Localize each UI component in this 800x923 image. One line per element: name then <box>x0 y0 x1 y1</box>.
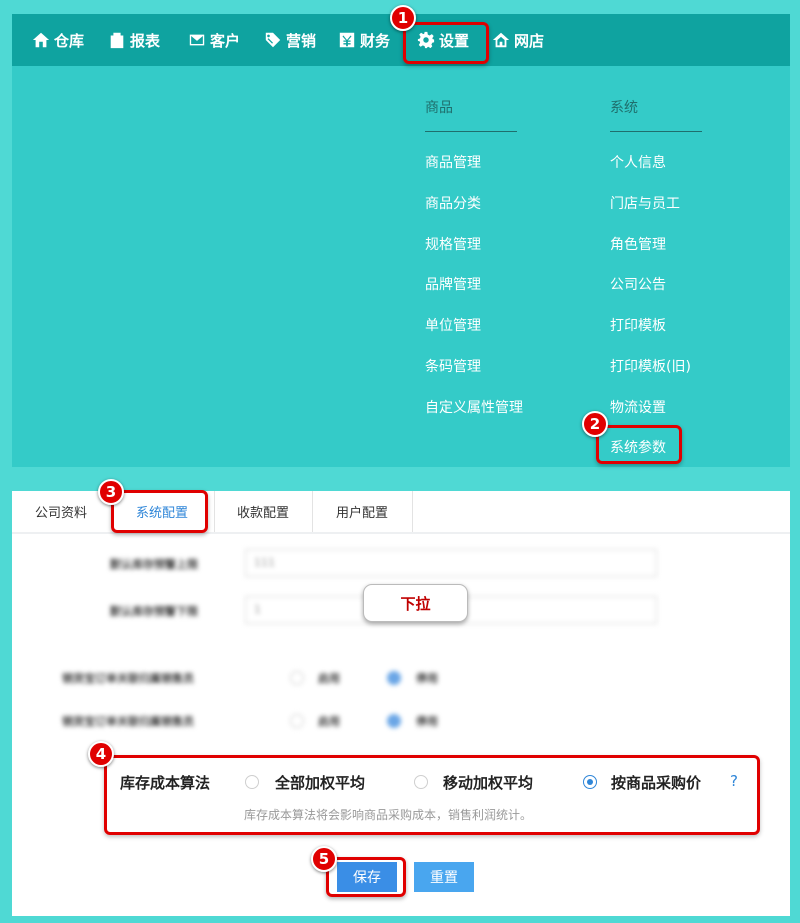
radio-label: 停用 <box>416 672 438 685</box>
radio-enable[interactable] <box>290 714 304 728</box>
tag-icon <box>265 32 281 48</box>
step-badge-3: 3 <box>98 479 124 505</box>
menu-item-unit-management[interactable]: 单位管理 <box>425 315 481 335</box>
radio-label: 启用 <box>318 715 340 728</box>
radio-product-purchase-price[interactable] <box>583 775 597 789</box>
menu-item-system-params[interactable]: 系统参数 <box>610 437 666 457</box>
field-label: 销货宝订单关联归属销售员 <box>62 715 194 728</box>
help-question-icon[interactable]: ? <box>730 772 738 790</box>
menu-column-header-system: 系统 <box>610 100 638 116</box>
cost-algorithm-hint: 库存成本算法将会影响商品采购成本，销售利润统计。 <box>244 808 533 822</box>
field-label: 销货宝订单关联归属销售员 <box>62 672 194 685</box>
nav-item-label: 网店 <box>514 31 545 50</box>
menu-item-company-notice[interactable]: 公司公告 <box>610 274 666 294</box>
callout-dropdown-note: 下拉 <box>363 584 468 622</box>
menu-item-print-template-old[interactable]: 打印模板(旧) <box>610 356 691 376</box>
menu-item-stores-staff[interactable]: 门店与员工 <box>610 193 680 213</box>
menu-item-barcode-management[interactable]: 条码管理 <box>425 356 481 376</box>
field-label: 默认库存预警下限 <box>110 605 198 618</box>
cost-algorithm-label: 库存成本算法 <box>120 774 211 792</box>
nav-item-label: 财务 <box>360 31 391 50</box>
menu-item-brand-management[interactable]: 品牌管理 <box>425 274 481 294</box>
radio-enable[interactable] <box>290 671 304 685</box>
radio-label: 停用 <box>416 715 438 728</box>
nav-item-settings[interactable]: 设置 <box>417 14 469 66</box>
option-moving-weighted-average: 移动加权平均 <box>443 774 534 792</box>
step-badge-5: 5 <box>311 846 337 872</box>
step-badge-2: 2 <box>582 411 608 437</box>
radio-label: 启用 <box>318 672 340 685</box>
tab-company-info[interactable]: 公司资料 <box>12 491 111 532</box>
menu-item-logistics-settings[interactable]: 物流设置 <box>610 397 666 417</box>
menu-item-personal-info[interactable]: 个人信息 <box>610 152 666 172</box>
option-product-purchase-price: 按商品采购价 <box>611 774 702 792</box>
menu-item-product-management[interactable]: 商品管理 <box>425 152 481 172</box>
nav-item-label: 报表 <box>130 31 161 50</box>
nav-item-reports[interactable]: 报表 <box>108 14 160 66</box>
cost-algorithm-highlight <box>104 755 760 835</box>
step-badge-4: 4 <box>88 741 114 767</box>
menu-item-print-template[interactable]: 打印模板 <box>610 315 666 335</box>
tab-user-config[interactable]: 用户配置 <box>312 491 413 532</box>
field-label: 默认库存预警上限 <box>110 558 198 571</box>
radio-moving-weighted-average[interactable] <box>414 775 428 789</box>
radio-disable[interactable] <box>387 671 401 685</box>
nav-item-label: 仓库 <box>54 31 85 50</box>
yen-icon <box>339 32 355 48</box>
menu-item-custom-attributes[interactable]: 自定义属性管理 <box>425 397 523 417</box>
nav-item-online-store[interactable]: 网店 <box>492 14 544 66</box>
menu-item-spec-management[interactable]: 规格管理 <box>425 234 481 254</box>
divider <box>610 131 702 132</box>
nav-item-finance[interactable]: 财务 <box>338 14 390 66</box>
divider <box>12 532 790 534</box>
house-outline-icon <box>492 32 510 48</box>
menu-item-product-category[interactable]: 商品分类 <box>425 193 481 213</box>
home-icon <box>32 32 50 48</box>
menu-item-role-management[interactable]: 角色管理 <box>610 234 666 254</box>
nav-item-customers[interactable]: 客户 <box>188 14 240 66</box>
clipboard-icon <box>110 32 124 49</box>
radio-disable[interactable] <box>387 714 401 728</box>
nav-item-label: 设置 <box>439 31 470 50</box>
settings-dropdown-menu <box>12 66 790 467</box>
nav-item-label: 客户 <box>210 31 241 50</box>
envelope-icon <box>189 34 205 46</box>
radio-full-weighted-average[interactable] <box>245 775 259 789</box>
tab-bar: 公司资料 系统配置 收款配置 用户配置 <box>12 491 413 533</box>
nav-item-marketing[interactable]: 营销 <box>264 14 316 66</box>
stock-warning-upper-input[interactable]: 111 <box>245 549 657 577</box>
tab-payment-config[interactable]: 收款配置 <box>214 491 313 532</box>
nav-item-label: 营销 <box>286 31 317 50</box>
gear-icon <box>417 31 435 49</box>
nav-item-warehouse[interactable]: 仓库 <box>32 14 84 66</box>
save-button[interactable]: 保存 <box>337 862 397 892</box>
menu-column-header-products: 商品 <box>425 100 453 116</box>
reset-button[interactable]: 重置 <box>414 862 474 892</box>
divider <box>425 131 517 132</box>
step-badge-1: 1 <box>390 5 416 31</box>
tab-system-config[interactable]: 系统配置 <box>110 491 215 532</box>
option-full-weighted-average: 全部加权平均 <box>275 774 366 792</box>
